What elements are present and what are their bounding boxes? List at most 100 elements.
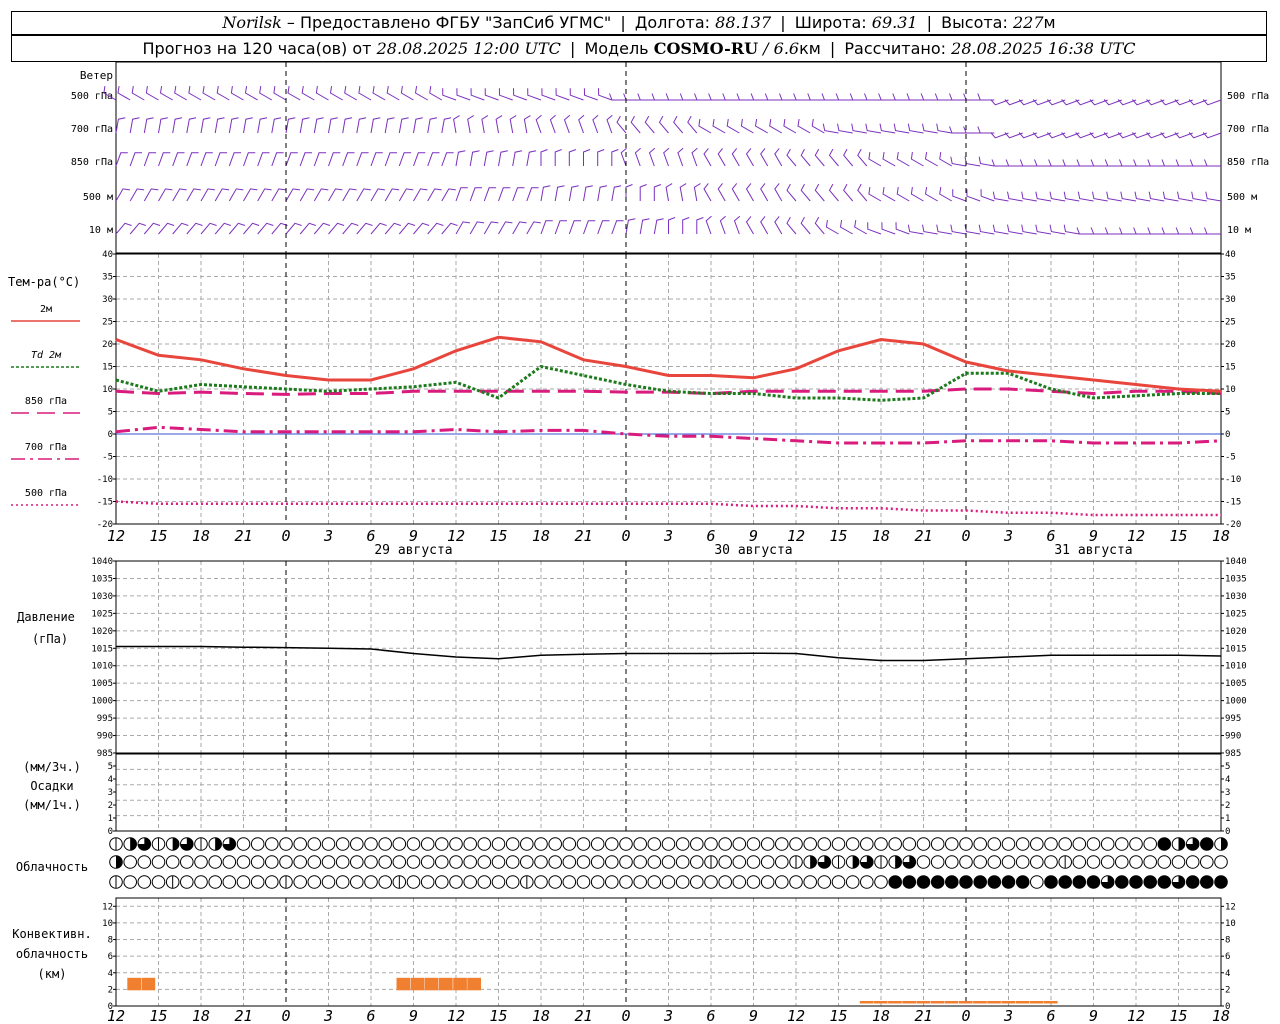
x-tick-label-bottom: 9: [1089, 1007, 1098, 1024]
pressure-y-tick-left: 1035: [91, 574, 113, 584]
wind-barb: [939, 187, 953, 202]
wind-barb: [186, 152, 199, 167]
pressure-y-tick-left: 1000: [91, 697, 113, 707]
wind-barb: [563, 114, 571, 134]
cloud-cover-circle: [647, 855, 662, 869]
cloud-cover-circle: [350, 855, 364, 869]
cloud-cover-circle: [690, 875, 704, 889]
x-tick-label-bottom: 12: [787, 1007, 805, 1024]
cloud-cover-circle: [888, 875, 903, 889]
cloud-cover-circle: [1058, 837, 1072, 851]
convective-bar: [873, 1001, 888, 1004]
wind-barb: [117, 86, 131, 101]
temp-y-tick-right: 25: [1225, 318, 1236, 328]
wind-barb: [414, 86, 428, 101]
cloud-cover-circle: [435, 855, 449, 869]
wind-barb: [285, 152, 298, 167]
cloud-cover-circle: [265, 875, 279, 889]
pressure-y-tick-left: 985: [97, 749, 113, 759]
wind-barb: [578, 114, 585, 134]
wind-barb: [606, 114, 613, 134]
wind-barb: [483, 150, 494, 167]
temp-y-tick-right: 15: [1225, 363, 1236, 373]
cloud-cover-circle: [959, 875, 973, 889]
wind-barb: [992, 191, 1009, 202]
x-tick-label-top: 18: [872, 527, 890, 545]
wind-barb: [356, 222, 373, 235]
temp-y-tick-left: 0: [108, 430, 113, 440]
wind-barb: [115, 152, 128, 167]
wind-barb: [342, 188, 357, 202]
cloud-cover-circle: [435, 837, 449, 851]
cloud-cover-circle: [1086, 855, 1101, 869]
x-tick-label-top: 15: [489, 527, 507, 545]
temp-y-tick-left: 5: [108, 408, 113, 418]
cloud-cover-circle: [647, 875, 662, 889]
cloud-cover-circle: [945, 855, 959, 869]
convective-y-tick-left: 8: [108, 936, 113, 946]
wind-barb: [611, 149, 619, 166]
convective-bar: [453, 977, 467, 991]
date-label: 29 августа: [374, 543, 452, 558]
wind-barb: [934, 93, 952, 101]
wind-barb: [554, 185, 565, 202]
wind-barb: [569, 88, 584, 101]
cloud-ylabel: Облачность: [16, 860, 88, 874]
cloud-cover-fill: [215, 837, 222, 851]
precip-y-tick-right: 5: [1225, 762, 1230, 772]
wind-barb: [597, 149, 605, 166]
temp-y-tick-left: 25: [102, 318, 113, 328]
wind-barb: [214, 188, 230, 202]
cloud-cover-circle: [1030, 875, 1044, 889]
cloud-cover-circle: [435, 875, 449, 889]
pressure-y-tick-left: 1040: [91, 557, 113, 567]
temp-y-tick-right: -10: [1225, 475, 1241, 485]
precip-y-tick-right: 2: [1225, 801, 1230, 811]
wind-barb: [1148, 191, 1165, 202]
wind-barb: [555, 88, 570, 101]
x-tick-label-bottom: 15: [149, 1007, 167, 1024]
cloud-cover-circle: [505, 837, 520, 851]
cloud-cover-circle: [916, 875, 931, 889]
precip-y-tick-left: 3: [108, 788, 113, 798]
pressure-y-tick-right: 995: [1225, 714, 1241, 724]
convective-ylabel-2: облачность: [16, 947, 88, 961]
wind-barb: [1021, 191, 1037, 202]
cloud-cover-circle: [661, 855, 676, 869]
precip-y-tick-right: 1: [1225, 814, 1230, 824]
wind-level-left: 700 гПа: [71, 124, 113, 135]
wind-barb: [881, 222, 896, 235]
x-tick-label-top: 0: [961, 527, 970, 545]
wind-barb: [907, 123, 924, 134]
cloud-row: [109, 875, 1228, 889]
x-tick-label-bottom: 18: [532, 1007, 550, 1024]
cloud-cover-circle: [222, 875, 237, 889]
wind-barb: [244, 86, 258, 101]
precip-ylabel: Осадки: [30, 779, 73, 793]
wind-barb: [760, 148, 769, 167]
cloud-cover-circle: [378, 875, 393, 889]
wind-barb: [837, 123, 853, 134]
wind-barb: [202, 86, 216, 101]
wind-barb: [665, 183, 673, 202]
x-tick-label-bottom: 9: [409, 1007, 418, 1024]
temp-legend-label: 850 гПа: [25, 396, 67, 407]
wind-barb: [867, 222, 882, 235]
x-tick-label-top: 21: [234, 527, 252, 545]
convective-ylabel: Конвективн.: [12, 927, 91, 941]
cloud-cover-circle: [590, 837, 605, 851]
cloud-cover-circle: [477, 875, 492, 889]
cloud-cover-circle: [378, 855, 393, 869]
temp-y-tick-left: 20: [102, 340, 113, 350]
wind-level-right: 500 гПа: [1227, 91, 1269, 102]
wind-barb: [541, 88, 556, 101]
wind-barb: [1077, 191, 1094, 202]
wind-barb: [1007, 224, 1023, 235]
wind-barb: [583, 220, 596, 235]
wind-barb: [892, 93, 910, 101]
wind-barb: [1106, 191, 1122, 202]
wind-barb: [822, 123, 839, 134]
wind-barb: [726, 119, 740, 134]
wind-barb: [1035, 191, 1052, 202]
wind-barb: [639, 218, 650, 235]
